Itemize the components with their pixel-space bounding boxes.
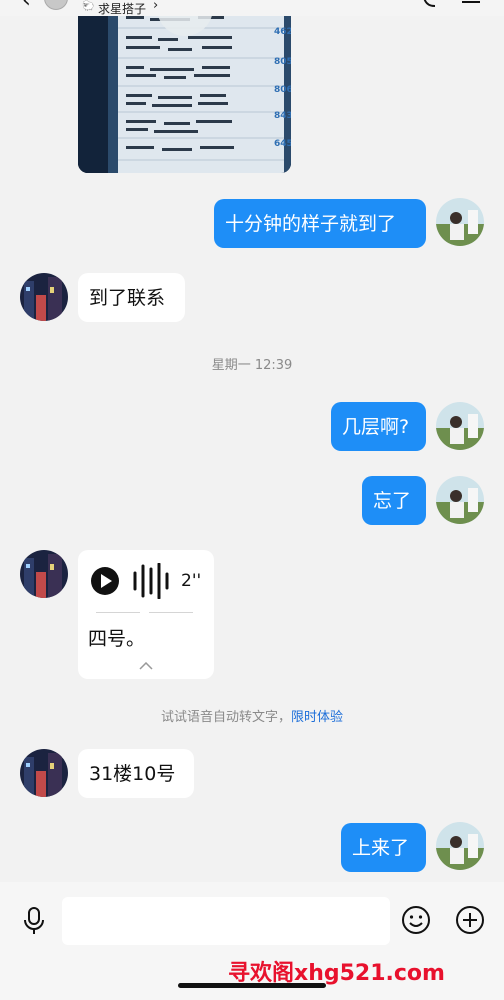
outgoing-message[interactable]: 忘了: [362, 476, 426, 525]
my-avatar[interactable]: [436, 476, 484, 524]
photo-code: 843: [274, 111, 291, 121]
voice-transcript: 四号。: [88, 628, 146, 650]
message-input[interactable]: [62, 897, 390, 945]
contact-avatar[interactable]: [20, 550, 68, 598]
photo-message[interactable]: 462 805 806 843 645: [78, 0, 291, 173]
title-chevron-right-icon[interactable]: ›: [153, 0, 158, 13]
contact-avatar[interactable]: [20, 273, 68, 321]
message-text: 几层啊?: [342, 415, 410, 438]
trial-link[interactable]: 限时体验: [291, 710, 343, 725]
chat-title[interactable]: 求星搭子: [98, 0, 146, 17]
voice-message[interactable]: 2'' 四号。: [78, 550, 214, 679]
divider: [96, 612, 140, 613]
photo-code: 806: [274, 85, 291, 95]
my-avatar[interactable]: [436, 822, 484, 870]
microphone-icon[interactable]: [22, 906, 46, 936]
play-icon[interactable]: [90, 566, 120, 596]
photo-code: 645: [274, 139, 291, 149]
home-indicator[interactable]: [178, 983, 326, 988]
message-text: 十分钟的样子就到了: [225, 212, 397, 235]
message-text: 上来了: [352, 836, 410, 859]
message-text: 忘了: [373, 489, 412, 512]
transcribe-hint: 试试语音自动转文字，限时体验: [0, 706, 504, 725]
waveform-icon: [133, 563, 169, 599]
photo-content: 462 805 806 843 645: [78, 0, 291, 173]
message-text: 到了联系: [89, 286, 166, 309]
sheep-emoji-icon: 🐑: [82, 1, 95, 12]
incoming-message[interactable]: 到了联系: [78, 273, 185, 322]
contact-avatar[interactable]: [20, 749, 68, 797]
divider: [149, 612, 193, 613]
photo-code: 805: [274, 57, 291, 67]
outgoing-message[interactable]: 上来了: [341, 823, 426, 872]
my-avatar[interactable]: [436, 402, 484, 450]
voice-duration: 2'': [181, 571, 202, 591]
menu-icon[interactable]: [462, 0, 480, 6]
message-text: 31楼10号: [89, 762, 176, 785]
outgoing-message[interactable]: 十分钟的样子就到了: [214, 199, 426, 248]
my-avatar[interactable]: [436, 198, 484, 246]
plus-circle-icon[interactable]: [455, 905, 485, 935]
chevron-up-icon[interactable]: [139, 662, 153, 670]
back-chevron-icon[interactable]: ‹: [22, 0, 31, 13]
outgoing-message[interactable]: 几层啊?: [331, 402, 426, 451]
photo-code: 462: [274, 27, 291, 37]
smiley-icon[interactable]: [401, 905, 431, 935]
incoming-message[interactable]: 31楼10号: [78, 749, 194, 798]
phone-icon[interactable]: [422, 0, 438, 8]
timestamp: 星期一 12:39: [211, 358, 293, 373]
hint-text: 试试语音自动转文字，: [160, 710, 291, 725]
